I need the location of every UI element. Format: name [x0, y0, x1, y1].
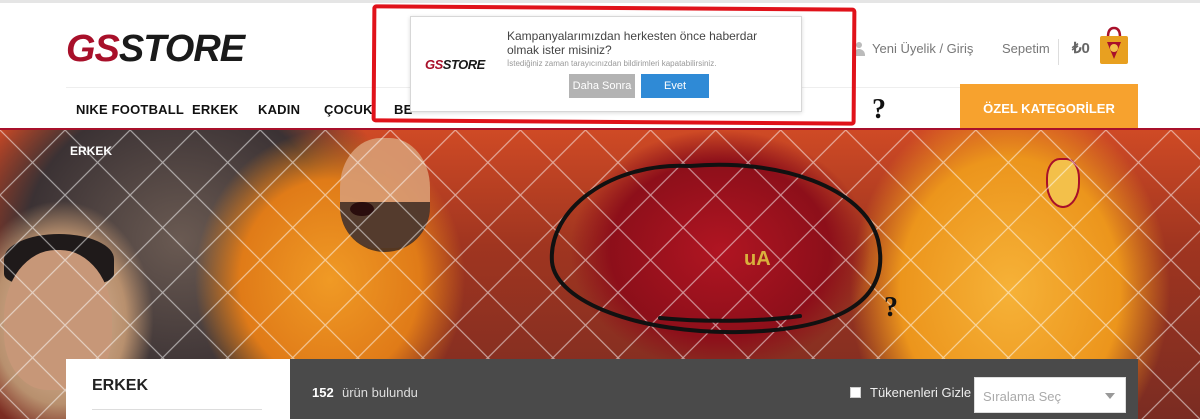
annotation-question-mark-top: ?	[872, 94, 886, 125]
annotation-question-mark-bottom: ?	[884, 292, 898, 323]
gsstore-logo[interactable]: GSSTORE	[66, 27, 245, 71]
category-divider	[92, 409, 262, 410]
page: GSSTORE Yeni Üyelik / Giriş Sepetim ₺0 N…	[0, 0, 1200, 419]
category-sidebar: ERKEK	[66, 359, 290, 419]
nav-item-nike-football[interactable]: NIKE FOOTBALL	[76, 102, 184, 117]
filter-bar: 152 ürün bulundu Tükenenleri Gizle Sıral…	[290, 359, 1138, 419]
cart-link[interactable]: Sepetim	[1002, 41, 1050, 56]
shopping-bag-icon[interactable]	[1098, 25, 1130, 65]
sort-select-value: Sıralama Seç	[983, 389, 1062, 404]
register-login-link[interactable]: Yeni Üyelik / Giriş	[852, 41, 973, 56]
category-title: ERKEK	[92, 377, 149, 394]
hide-out-of-stock-label[interactable]: Tükenenleri Gizle	[870, 385, 971, 400]
nav-item-cocuk[interactable]: ÇOCUK	[324, 102, 373, 117]
special-categories-button[interactable]: ÖZEL KATEGORİLER	[960, 84, 1138, 132]
logo-store-text: STORE	[118, 28, 245, 70]
yes-button[interactable]: Evet	[641, 74, 709, 98]
later-button[interactable]: Daha Sonra	[569, 74, 635, 98]
nav-item-kadin[interactable]: KADIN	[258, 102, 300, 117]
nav-item-erkek[interactable]: ERKEK	[192, 102, 239, 117]
logo-gs-text: GS	[66, 28, 120, 70]
hide-out-of-stock-checkbox[interactable]	[850, 387, 861, 398]
product-count-label: ürün bulundu	[342, 385, 418, 400]
sort-select[interactable]: Sıralama Seç	[974, 377, 1126, 413]
cart-divider	[1058, 39, 1059, 65]
product-count: 152	[312, 385, 334, 400]
popup-logo: GSSTORE	[425, 57, 485, 72]
breadcrumb[interactable]: ERKEK	[70, 144, 112, 158]
popup-logo-gs: GS	[425, 57, 443, 72]
popup-subtitle: İstediğiniz zaman tarayıcınızdan bildiri…	[507, 59, 717, 68]
popup-logo-store: STORE	[442, 57, 486, 72]
chevron-down-icon	[1105, 393, 1115, 399]
register-login-label: Yeni Üyelik / Giriş	[872, 41, 974, 56]
popup-title: Kampanyalarımızdan herkesten önce haberd…	[507, 29, 758, 57]
notification-popup: GSSTORE Kampanyalarımızdan herkesten önc…	[410, 16, 802, 112]
cart-amount[interactable]: ₺0	[1072, 39, 1090, 57]
